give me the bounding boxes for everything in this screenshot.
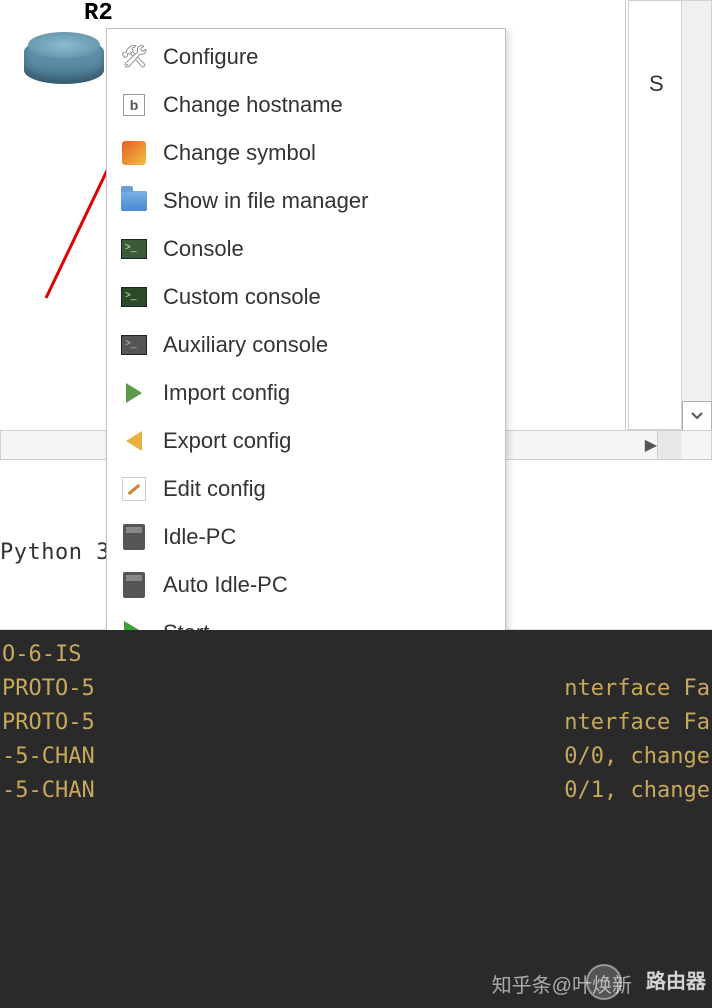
console-text: PROTO-5: [2, 672, 95, 706]
watermark-text: 路由器: [646, 965, 706, 994]
scrollbar-endcap: [657, 431, 681, 459]
console-text: -5-CHAN: [2, 774, 95, 808]
console-text: PROTO-5: [2, 706, 95, 740]
menu-edit-config[interactable]: Edit config: [107, 465, 505, 513]
menu-export-config[interactable]: Export config: [107, 417, 505, 465]
symbol-icon: [119, 138, 149, 168]
aux-console-icon: [119, 330, 149, 360]
wrench-icon: 🛠: [119, 42, 149, 72]
console-text: 0/0, change: [564, 740, 710, 774]
console-icon: [119, 234, 149, 264]
menu-import-config[interactable]: Import config: [107, 369, 505, 417]
menu-label: Show in file manager: [163, 188, 368, 214]
console-text: nterface Fa: [564, 706, 710, 740]
menu-label: Change hostname: [163, 92, 343, 118]
menu-auto-idle-pc[interactable]: Auto Idle-PC: [107, 561, 505, 609]
side-panel: S: [628, 0, 712, 430]
console-icon: [119, 282, 149, 312]
watermark-text: 知乎条@叶焕新: [492, 969, 632, 998]
menu-label: Auto Idle-PC: [163, 572, 288, 598]
menu-show-in-file-manager[interactable]: Show in file manager: [107, 177, 505, 225]
menu-change-symbol[interactable]: Change symbol: [107, 129, 505, 177]
side-panel-letter: S: [649, 71, 664, 97]
rename-icon: b: [119, 90, 149, 120]
menu-idle-pc[interactable]: Idle-PC: [107, 513, 505, 561]
menu-label: Import config: [163, 380, 290, 406]
menu-console[interactable]: Console: [107, 225, 505, 273]
scroll-right-icon[interactable]: ▶: [645, 435, 657, 455]
menu-configure[interactable]: 🛠 Configure: [107, 33, 505, 81]
menu-label: Console: [163, 236, 244, 262]
menu-label: Export config: [163, 428, 291, 454]
folder-icon: [119, 186, 149, 216]
menu-auxiliary-console[interactable]: Auxiliary console: [107, 321, 505, 369]
menu-label: Edit config: [163, 476, 266, 502]
console-text: O-6-IS: [2, 638, 81, 672]
chevron-down-icon[interactable]: [682, 401, 712, 431]
calculator-icon: [119, 570, 149, 600]
console-text: -5-CHAN: [2, 740, 95, 774]
menu-label: Change symbol: [163, 140, 316, 166]
menu-label: Custom console: [163, 284, 321, 310]
menu-change-hostname[interactable]: b Change hostname: [107, 81, 505, 129]
menu-label: Auxiliary console: [163, 332, 328, 358]
console-text: nterface Fa: [564, 672, 710, 706]
menu-label: Configure: [163, 44, 258, 70]
menu-custom-console[interactable]: Custom console: [107, 273, 505, 321]
console-output: O-6-IS PROTO-5 nterface Fa PROTO-5 nterfac…: [0, 630, 712, 1008]
edit-icon: [119, 474, 149, 504]
device-label: R2: [84, 0, 113, 27]
calculator-icon: [119, 522, 149, 552]
vertical-scrollbar[interactable]: [681, 1, 711, 431]
import-icon: [119, 378, 149, 408]
export-icon: [119, 426, 149, 456]
router-icon[interactable]: [24, 32, 104, 88]
console-text: 0/1, change: [564, 774, 710, 808]
menu-label: Idle-PC: [163, 524, 236, 550]
